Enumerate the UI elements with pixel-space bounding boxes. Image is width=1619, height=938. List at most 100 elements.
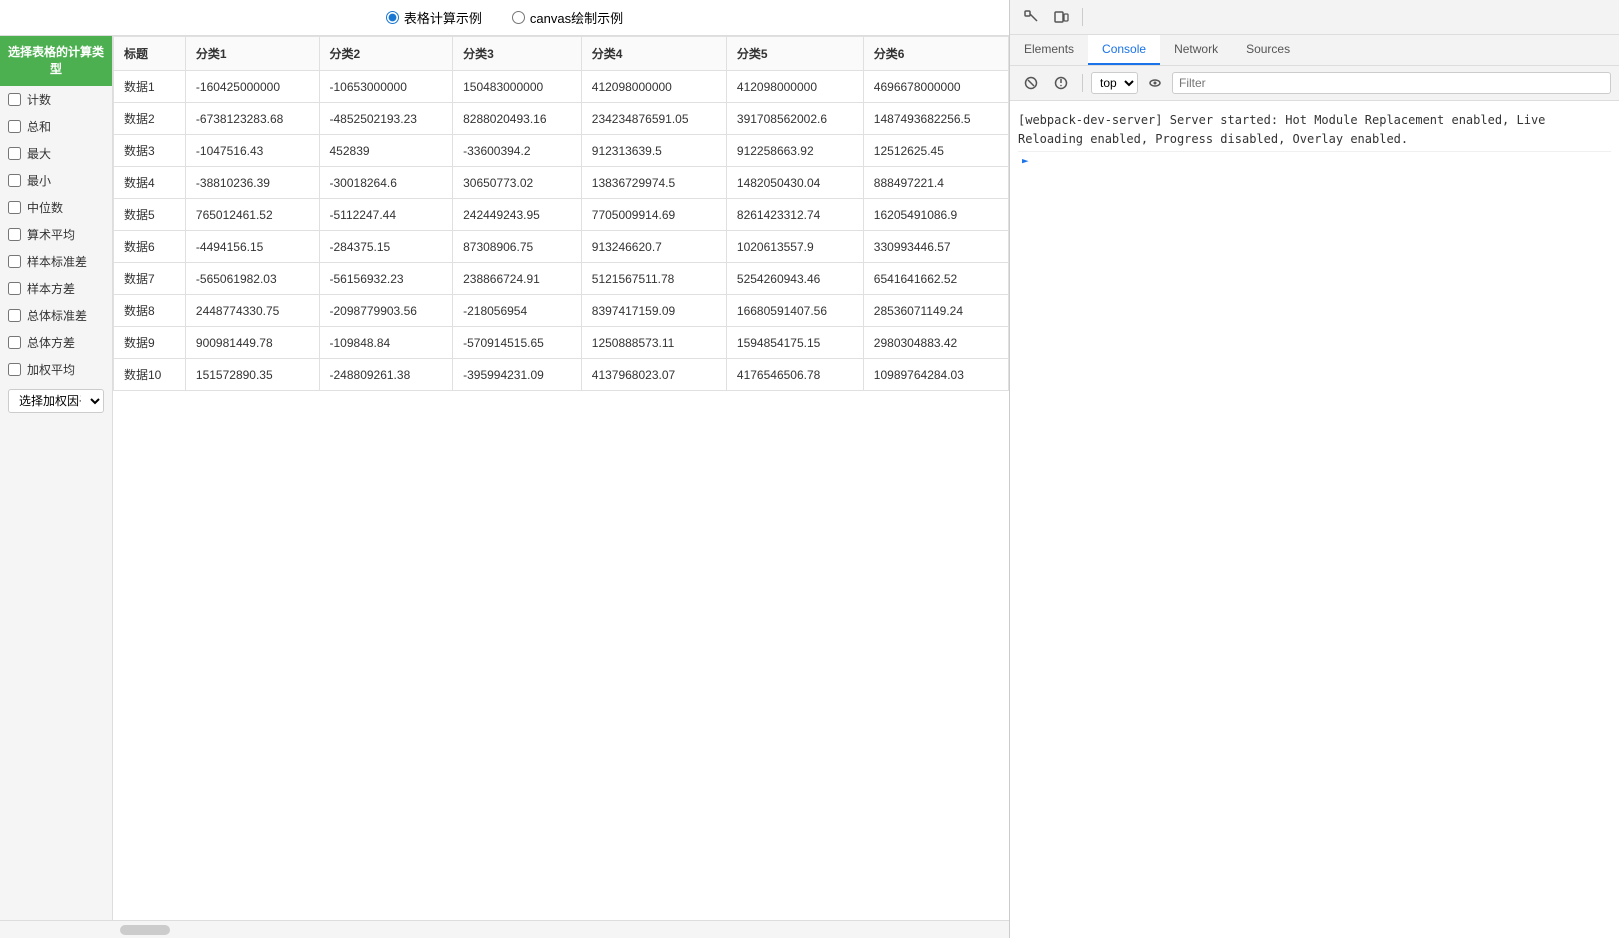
- sidebar-item-max[interactable]: 最大: [0, 140, 112, 167]
- cell-row-1-col-4: 234234876591.05: [581, 103, 726, 135]
- cell-row-3-col-3: 30650773.02: [453, 167, 582, 199]
- cell-row-6-col-4: 5121567511.78: [581, 263, 726, 295]
- checkbox-sample-var[interactable]: [8, 282, 21, 295]
- cell-row-0-col-3: 150483000000: [453, 71, 582, 103]
- sidebar-item-count[interactable]: 计数: [0, 86, 112, 113]
- col-header-cat3: 分类3: [453, 37, 582, 71]
- checkbox-max[interactable]: [8, 147, 21, 160]
- console-filter-input[interactable]: [1172, 72, 1611, 94]
- cell-row-3-col-1: -38810236.39: [185, 167, 319, 199]
- sidebar-item-median[interactable]: 中位数: [0, 194, 112, 221]
- cell-row-4-col-4: 7705009914.69: [581, 199, 726, 231]
- table-row: 数据9900981449.78-109848.84-570914515.6512…: [114, 327, 1009, 359]
- col-header-cat6: 分类6: [863, 37, 1008, 71]
- tab-network[interactable]: Network: [1160, 35, 1232, 65]
- cell-row-5-col-6: 330993446.57: [863, 231, 1008, 263]
- cell-row-4-col-6: 16205491086.9: [863, 199, 1008, 231]
- checkbox-count[interactable]: [8, 93, 21, 106]
- table-row: 数据82448774330.75-2098779903.56-218056954…: [114, 295, 1009, 327]
- sidebar-label-median: 中位数: [27, 199, 63, 216]
- cell-row-label: 数据2: [114, 103, 186, 135]
- tab-elements[interactable]: Elements: [1010, 35, 1088, 65]
- inspect-element-button[interactable]: [1018, 4, 1044, 30]
- sidebar-item-mean[interactable]: 算术平均: [0, 221, 112, 248]
- cell-row-1-col-3: 8288020493.16: [453, 103, 582, 135]
- sidebar-label-min: 最小: [27, 172, 51, 189]
- sidebar-item-pop-var[interactable]: 总体方差: [0, 329, 112, 356]
- cell-row-9-col-6: 10989764284.03: [863, 359, 1008, 391]
- console-toolbar-divider: [1082, 74, 1083, 92]
- cell-row-3-col-4: 13836729974.5: [581, 167, 726, 199]
- cell-row-4-col-1: 765012461.52: [185, 199, 319, 231]
- sidebar-item-sample-stddev[interactable]: 样本标准差: [0, 248, 112, 275]
- horizontal-scrollbar[interactable]: [0, 920, 1009, 938]
- cell-row-8-col-4: 1250888573.11: [581, 327, 726, 359]
- cell-row-9-col-2: -248809261.38: [319, 359, 453, 391]
- clear-console-button[interactable]: [1018, 70, 1044, 96]
- eye-button[interactable]: [1142, 70, 1168, 96]
- sidebar-item-sample-var[interactable]: 样本方差: [0, 275, 112, 302]
- checkbox-pop-stddev[interactable]: [8, 309, 21, 322]
- cell-row-7-col-6: 28536071149.24: [863, 295, 1008, 327]
- col-header-cat1: 分类1: [185, 37, 319, 71]
- cell-row-0-col-6: 4696678000000: [863, 71, 1008, 103]
- cell-row-7-col-4: 8397417159.09: [581, 295, 726, 327]
- devtools-console-output: [webpack-dev-server] Server started: Hot…: [1010, 101, 1619, 938]
- table-row: 数据4-38810236.39-30018264.630650773.02138…: [114, 167, 1009, 199]
- devtools-tabs-bar: Elements Console Network Sources: [1010, 35, 1619, 66]
- cell-row-6-col-6: 6541641662.52: [863, 263, 1008, 295]
- sidebar-title: 选择表格的计算类型: [0, 36, 112, 86]
- devtools-panel: Elements Console Network Sources: [1009, 0, 1619, 938]
- cell-row-8-col-5: 1594854175.15: [726, 327, 863, 359]
- cell-row-2-col-1: -1047516.43: [185, 135, 319, 167]
- cell-row-label: 数据8: [114, 295, 186, 327]
- cell-row-label: 数据4: [114, 167, 186, 199]
- cell-row-7-col-2: -2098779903.56: [319, 295, 453, 327]
- cell-row-4-col-3: 242449243.95: [453, 199, 582, 231]
- sidebar-item-min[interactable]: 最小: [0, 167, 112, 194]
- tab-console[interactable]: Console: [1088, 35, 1160, 65]
- sidebar-item-pop-stddev[interactable]: 总体标准差: [0, 302, 112, 329]
- cell-row-0-col-5: 412098000000: [726, 71, 863, 103]
- sidebar-item-sum[interactable]: 总和: [0, 113, 112, 140]
- checkbox-median[interactable]: [8, 201, 21, 214]
- cell-row-9-col-5: 4176546506.78: [726, 359, 863, 391]
- checkbox-sum[interactable]: [8, 120, 21, 133]
- radio-canvas-example[interactable]: canvas绘制示例: [512, 8, 623, 27]
- tab-sources[interactable]: Sources: [1232, 35, 1304, 65]
- checkbox-weighted-mean[interactable]: [8, 363, 21, 376]
- pause-exceptions-button[interactable]: [1048, 70, 1074, 96]
- cell-row-label: 数据5: [114, 199, 186, 231]
- sidebar-label-pop-stddev: 总体标准差: [27, 307, 87, 324]
- checkbox-pop-var[interactable]: [8, 336, 21, 349]
- cell-row-8-col-2: -109848.84: [319, 327, 453, 359]
- cell-row-2-col-5: 912258663.92: [726, 135, 863, 167]
- table-row: 数据6-4494156.15-284375.1587308906.7591324…: [114, 231, 1009, 263]
- toolbar-divider: [1082, 8, 1083, 26]
- devtools-console-toolbar: top: [1010, 66, 1619, 101]
- cell-row-5-col-2: -284375.15: [319, 231, 453, 263]
- checkbox-mean[interactable]: [8, 228, 21, 241]
- radio-table-example[interactable]: 表格计算示例: [386, 8, 482, 27]
- cell-row-5-col-3: 87308906.75: [453, 231, 582, 263]
- cell-row-label: 数据7: [114, 263, 186, 295]
- checkbox-min[interactable]: [8, 174, 21, 187]
- sidebar-label-sum: 总和: [27, 118, 51, 135]
- table-header-row: 标题 分类1 分类2 分类3 分类4 分类5 分类6: [114, 37, 1009, 71]
- console-expand-arrow[interactable]: ►: [1018, 152, 1033, 169]
- device-toolbar-button[interactable]: [1048, 4, 1074, 30]
- cell-row-8-col-1: 900981449.78: [185, 327, 319, 359]
- context-selector[interactable]: top: [1091, 72, 1138, 94]
- cell-row-0-col-1: -160425000000: [185, 71, 319, 103]
- sidebar-item-weighted-mean[interactable]: 加权平均: [0, 356, 112, 383]
- console-message-webpack: [webpack-dev-server] Server started: Hot…: [1018, 109, 1611, 152]
- cell-row-4-col-2: -5112247.44: [319, 199, 453, 231]
- table-row: 数据1-160425000000-10653000000150483000000…: [114, 71, 1009, 103]
- weighted-factor-dropdown[interactable]: 选择加权因子: [8, 389, 104, 413]
- col-header-cat5: 分类5: [726, 37, 863, 71]
- radio-table-label: 表格计算示例: [404, 8, 482, 27]
- cell-row-3-col-6: 888497221.4: [863, 167, 1008, 199]
- checkbox-sample-stddev[interactable]: [8, 255, 21, 268]
- sidebar: 选择表格的计算类型 计数 总和 最大 最小: [0, 36, 113, 920]
- cell-row-8-col-6: 2980304883.42: [863, 327, 1008, 359]
